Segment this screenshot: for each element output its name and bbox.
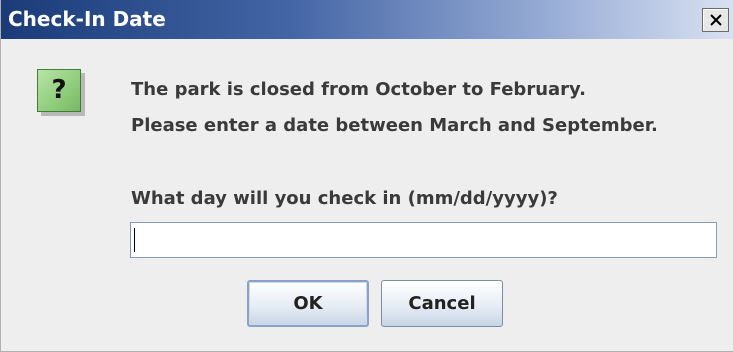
question-icon: ?: [37, 69, 81, 112]
check-in-date-input[interactable]: [130, 222, 717, 258]
dialog-title: Check-In Date: [8, 7, 166, 31]
title-bar[interactable]: Check-In Date: [1, 0, 733, 39]
close-button[interactable]: [702, 8, 729, 32]
message-line-2: Please enter a date between March and Se…: [131, 115, 658, 136]
date-prompt: What day will you check in (mm/dd/yyyy)?: [131, 188, 558, 209]
check-in-dialog: Check-In Date ? The park is closed from …: [0, 0, 733, 352]
ok-button[interactable]: OK: [247, 280, 369, 327]
text-caret: [134, 228, 135, 252]
close-icon: [710, 14, 722, 26]
cancel-button[interactable]: Cancel: [381, 280, 503, 327]
message-line-1: The park is closed from October to Febru…: [131, 79, 586, 100]
